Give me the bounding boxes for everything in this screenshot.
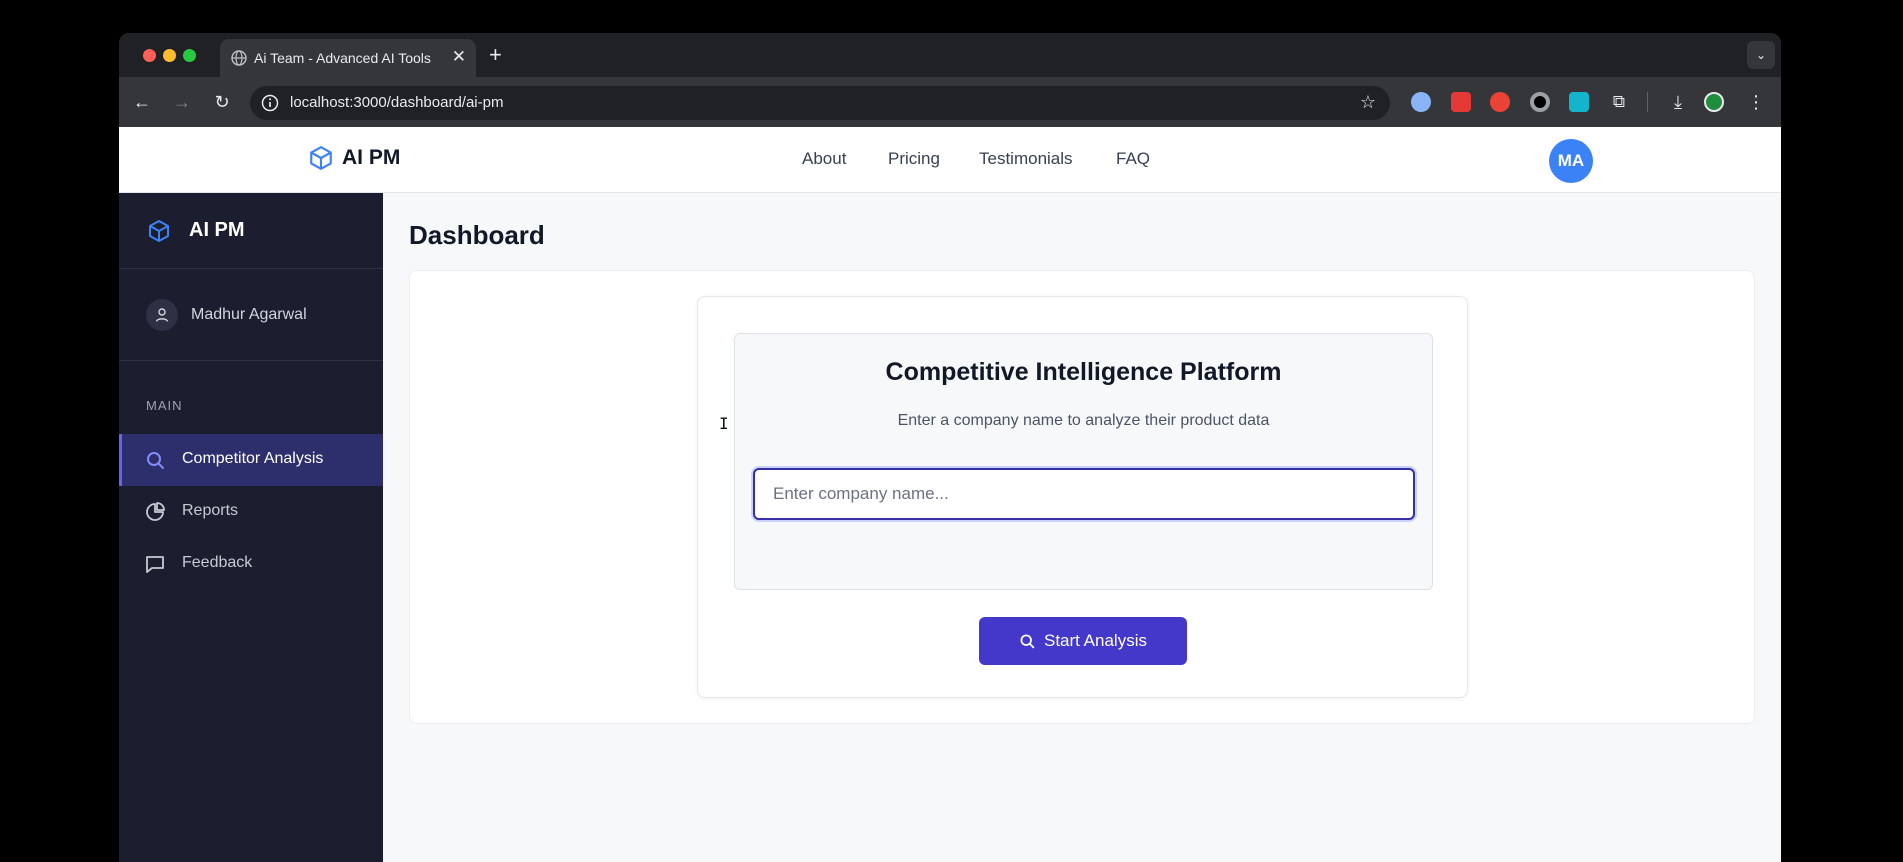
extension-teal-icon[interactable]	[1569, 92, 1589, 112]
analysis-card: Competitive Intelligence Platform Enter …	[697, 296, 1468, 698]
user-icon	[146, 299, 178, 331]
minimize-window-button[interactable]	[163, 49, 176, 62]
browser-tab[interactable]: Ai Team - Advanced AI Tools ✕	[220, 39, 476, 77]
analysis-panel: Competitive Intelligence Platform Enter …	[734, 333, 1433, 590]
url-text: localhost:3000/dashboard/ai-pm	[290, 94, 504, 111]
extension-red-icon[interactable]	[1451, 92, 1471, 112]
extension-globe-icon[interactable]	[1411, 92, 1431, 112]
extension-grammarly-icon[interactable]	[1490, 92, 1510, 112]
extensions-puzzle-icon[interactable]: ⧉	[1606, 89, 1632, 115]
start-analysis-label: Start Analysis	[1044, 631, 1147, 650]
close-tab-icon[interactable]: ✕	[452, 47, 466, 67]
reload-button[interactable]: ↻	[209, 89, 235, 115]
pie-chart-icon	[146, 502, 165, 521]
globe-icon	[231, 50, 247, 66]
nav-faq[interactable]: FAQ	[1116, 149, 1150, 169]
profile-avatar-icon[interactable]	[1704, 92, 1724, 112]
text-cursor-icon: I	[719, 414, 729, 433]
card-subtitle: Enter a company name to analyze their pr…	[897, 412, 1270, 429]
nav-about[interactable]: About	[802, 149, 846, 169]
sidebar-item-label: Reports	[182, 502, 239, 519]
sidebar-item-competitor-analysis[interactable]: Competitor Analysis	[119, 434, 383, 486]
cube-icon	[149, 220, 169, 242]
more-menu-icon[interactable]: ⋮	[1743, 89, 1769, 115]
chevron-down-icon: ⌄	[1755, 48, 1767, 62]
search-icon	[147, 452, 164, 469]
company-name-input[interactable]	[753, 468, 1415, 520]
close-window-button[interactable]	[143, 49, 156, 62]
start-analysis-button[interactable]: Start Analysis	[979, 617, 1187, 665]
extension-circle-icon[interactable]	[1530, 92, 1550, 112]
top-navigation: AI PM About Pricing Testimonials FAQ MA	[119, 127, 1781, 193]
tab-title: Ai Team - Advanced AI Tools	[254, 50, 431, 66]
download-icon[interactable]: ⤓	[1665, 89, 1691, 115]
bookmark-star-icon[interactable]: ☆	[1360, 92, 1376, 113]
sidebar-brand-name: AI PM	[189, 219, 245, 241]
sidebar-item-label: Competitor Analysis	[182, 450, 324, 467]
tab-strip: Ai Team - Advanced AI Tools ✕ + ⌄	[119, 33, 1781, 77]
toolbar-divider	[1647, 92, 1648, 112]
sidebar-user[interactable]: Madhur Agarwal	[119, 269, 383, 361]
sidebar: AI PM Madhur Agarwal MAIN Competitor Ana…	[119, 193, 383, 862]
sidebar-section-label: MAIN	[146, 398, 183, 413]
back-button[interactable]: ←	[129, 89, 155, 115]
main-card: Competitive Intelligence Platform Enter …	[409, 270, 1755, 724]
address-bar[interactable]: localhost:3000/dashboard/ai-pm ☆	[250, 86, 1390, 120]
card-title: Competitive Intelligence Platform	[885, 358, 1282, 386]
browser-window: Ai Team - Advanced AI Tools ✕ + ⌄ ← → ↻ …	[119, 33, 1781, 862]
message-square-icon	[146, 556, 164, 573]
search-icon	[1020, 634, 1035, 649]
site-info-icon[interactable]	[261, 94, 279, 112]
page-title: Dashboard	[409, 220, 545, 250]
user-avatar[interactable]: MA	[1549, 139, 1593, 183]
web-page: AI PM About Pricing Testimonials FAQ MA …	[119, 127, 1781, 862]
forward-button[interactable]: →	[169, 89, 195, 115]
brand-link[interactable]: AI PM	[308, 145, 400, 171]
sidebar-item-reports[interactable]: Reports	[119, 486, 383, 538]
sidebar-brand[interactable]: AI PM	[119, 193, 383, 269]
tab-search-button[interactable]: ⌄	[1747, 41, 1775, 69]
new-tab-button[interactable]: +	[489, 42, 502, 68]
sidebar-item-label: Feedback	[182, 554, 253, 571]
maximize-window-button[interactable]	[183, 49, 196, 62]
sidebar-item-feedback[interactable]: Feedback	[119, 538, 383, 590]
cube-icon	[310, 146, 332, 170]
nav-pricing[interactable]: Pricing	[888, 149, 940, 169]
user-name: Madhur Agarwal	[191, 306, 307, 323]
brand-name: AI PM	[342, 146, 401, 169]
nav-testimonials[interactable]: Testimonials	[979, 149, 1073, 169]
browser-toolbar: ← → ↻ localhost:3000/dashboard/ai-pm ☆ ⧉…	[119, 77, 1781, 127]
